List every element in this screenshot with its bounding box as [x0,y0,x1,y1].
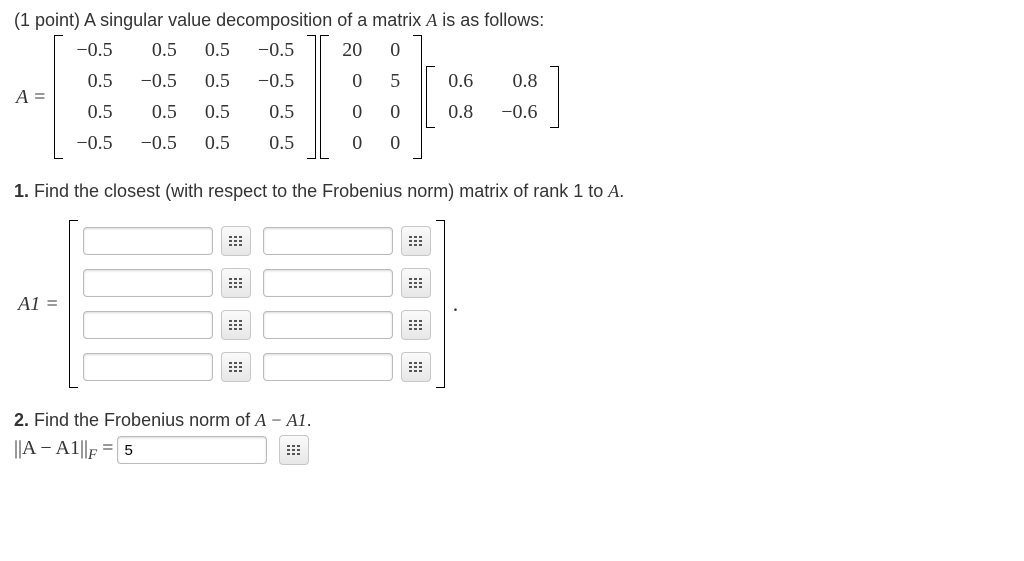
matrix-cell-input[interactable] [263,311,393,339]
matrix-cell-input[interactable] [83,353,213,381]
matrix-cell: 0.5 [127,35,191,66]
question-header: (1 point) A singular value decomposition… [14,10,1010,31]
matrix-cell-input[interactable] [263,353,393,381]
matrix-cell: 0.5 [191,35,244,66]
matrix-cell: 0 [376,35,414,66]
matrix-cell: 0.5 [62,97,126,128]
matrix-cell: 0.5 [127,97,191,128]
q1-answer-row: A1 = . [14,220,1010,388]
matrix-cell-input[interactable] [263,269,393,297]
q2-prompt: 2. Find the Frobenius norm of A − A1. [14,410,1010,431]
keypad-icon[interactable] [401,352,431,382]
matrix-A1-input [69,220,445,388]
var-A: A [426,10,437,30]
matrix-cell: 5 [376,66,414,97]
matrix-cell: 0.8 [487,66,551,97]
keypad-icon[interactable] [221,268,251,298]
matrix-U: −0.50.50.5−0.50.5−0.50.5−0.50.50.50.50.5… [54,35,316,159]
matrix-V: 0.60.80.8−0.6 [426,66,559,128]
matrix-cell: 0 [376,128,414,159]
matrix-S: 200050000 [320,35,422,159]
keypad-icon[interactable] [279,435,309,465]
keypad-icon[interactable] [401,268,431,298]
keypad-icon[interactable] [221,226,251,256]
matrix-cell: 0.8 [434,97,487,128]
matrix-cell: −0.5 [127,128,191,159]
matrix-cell-input[interactable] [83,227,213,255]
matrix-cell: −0.6 [487,97,551,128]
matrix-cell-input[interactable] [83,269,213,297]
q2-answer-row: ||A − A1||F = [14,435,1010,465]
q1-prompt: 1. Find the closest (with respect to the… [14,181,1010,202]
matrix-cell: −0.5 [62,35,126,66]
keypad-icon[interactable] [401,310,431,340]
matrix-cell: 20 [328,35,376,66]
matrix-cell: 0.5 [191,97,244,128]
matrix-cell: 0.5 [62,66,126,97]
frobenius-norm-input[interactable] [117,436,267,464]
matrix-cell: −0.5 [62,128,126,159]
matrix-cell: 0 [328,128,376,159]
matrix-cell: 0.6 [434,66,487,97]
matrix-cell-input[interactable] [83,311,213,339]
svd-equation: A = −0.50.50.5−0.50.5−0.50.5−0.50.50.50.… [14,35,1010,159]
keypad-icon[interactable] [221,310,251,340]
matrix-cell: −0.5 [244,66,308,97]
matrix-cell: 0 [328,66,376,97]
matrix-cell: 0.5 [191,66,244,97]
matrix-cell: 0.5 [244,128,308,159]
q1-lhs: A1 = [18,293,59,316]
svd-lhs: A = [16,86,46,109]
matrix-cell: 0.5 [191,128,244,159]
points-label: (1 point) [14,10,80,30]
matrix-cell: 0 [376,97,414,128]
keypad-icon[interactable] [221,352,251,382]
keypad-icon[interactable] [401,226,431,256]
matrix-cell: −0.5 [244,35,308,66]
matrix-cell: 0.5 [244,97,308,128]
matrix-cell: 0 [328,97,376,128]
matrix-cell: −0.5 [127,66,191,97]
matrix-cell-input[interactable] [263,227,393,255]
